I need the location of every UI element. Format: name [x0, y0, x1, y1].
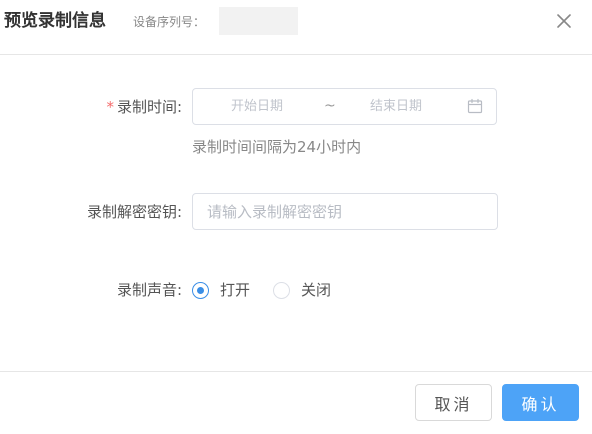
- radio-unchecked-indicator: [273, 281, 290, 299]
- record-time-label: * 录制时间:: [106, 97, 182, 117]
- cancel-button[interactable]: 取消: [415, 384, 492, 421]
- sound-on-radio[interactable]: 打开: [192, 280, 250, 300]
- close-button[interactable]: [553, 10, 575, 32]
- serial-number-value: [219, 7, 298, 35]
- sound-on-label: 打开: [220, 281, 251, 299]
- close-icon: [557, 14, 571, 28]
- dialog-header: 预览录制信息 设备序列号：: [0, 0, 592, 55]
- record-sound-label: 录制声音:: [116, 281, 182, 299]
- record-info-dialog: 预览录制信息 设备序列号： * 录制时间: 开始日期 ~ 结束日期 录制时间间隔为…: [0, 0, 592, 433]
- sound-off-radio[interactable]: 关闭: [273, 280, 331, 300]
- radio-checked-indicator: [192, 281, 209, 299]
- decrypt-key-label: 录制解密密钥:: [86, 203, 182, 221]
- record-time-label-text: 录制时间:: [116, 98, 182, 116]
- sound-off-label: 关闭: [301, 281, 332, 299]
- dialog-title: 预览录制信息: [4, 11, 106, 31]
- end-date-input[interactable]: 结束日期: [370, 98, 422, 116]
- required-mark: *: [106, 98, 114, 116]
- calendar-icon[interactable]: [467, 98, 483, 114]
- serial-number-label: 设备序列号：: [133, 15, 206, 29]
- date-range-separator: ~: [324, 98, 336, 114]
- confirm-button[interactable]: 确认: [502, 384, 579, 421]
- start-date-input[interactable]: 开始日期: [231, 98, 283, 116]
- decrypt-key-input[interactable]: [192, 193, 498, 230]
- record-time-hint: 录制时间间隔为24小时内: [192, 138, 362, 156]
- date-range-picker[interactable]: 开始日期 ~ 结束日期: [192, 88, 497, 125]
